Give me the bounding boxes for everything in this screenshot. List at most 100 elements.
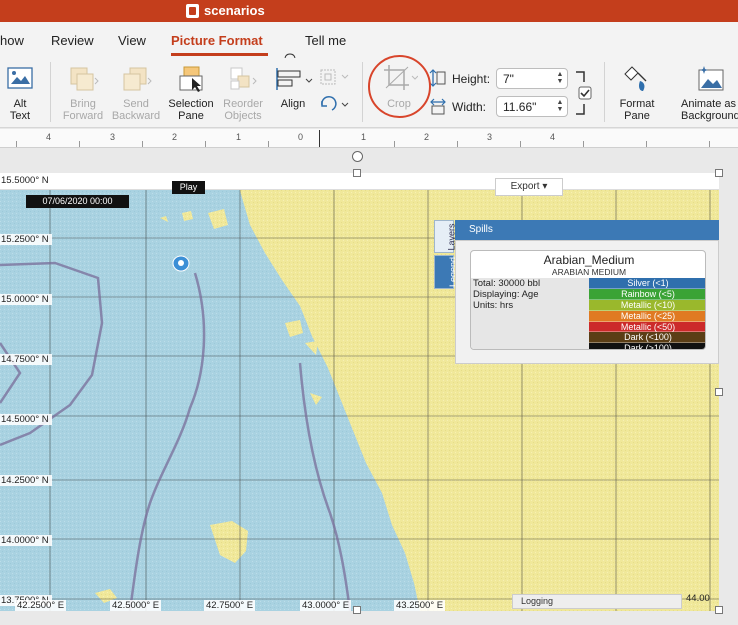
tab-review[interactable]: Review [51,33,94,48]
format-pane-button[interactable]: Format Pane [614,64,660,122]
selection-handle[interactable] [715,606,723,614]
ruler-number: 4 [550,132,556,142]
format-pane-label: Format Pane [619,98,655,122]
size-icons [429,69,446,115]
legend-key: Metallic (<10) [589,299,705,311]
tab-layers[interactable]: Layers [434,220,457,253]
send-backward-icon [123,67,152,91]
legend-stats: Total: 30000 bbl Displaying: Age Units: … [471,278,589,349]
reorder-objects-icon [230,67,257,90]
ruler-number: 3 [110,132,116,142]
animate-as-background-label: Animate as Background [681,98,738,122]
align-label: Align [280,98,306,110]
title-bar: scenarios [0,0,738,22]
location-pin-icon[interactable] [172,255,190,272]
height-value: 7" [503,72,514,86]
width-label: Width: [452,100,487,114]
animate-as-background-button[interactable]: Animate as Background [674,64,738,122]
align-button[interactable]: Align [272,64,314,110]
latitude-label: 15.0000° N [0,294,52,305]
slide-picture[interactable]: 15.5000° N 07/06/2020 00:00 Play Export … [0,173,719,611]
selection-handle[interactable] [353,169,361,177]
height-stepper[interactable]: ▲ ▼ [556,71,564,86]
ribbon-separator [604,62,605,122]
ruler-tick [142,141,143,147]
tab-legend[interactable]: Legend [434,255,458,289]
legend-key: Silver (<1) [589,278,705,289]
bring-forward-icon [70,67,99,91]
active-tab-indicator [171,53,268,56]
ruler-indent-marker[interactable] [319,130,320,147]
spills-header[interactable]: Spills [455,220,719,240]
ruler-tick [16,141,17,147]
longitude-label: 42.5000° E [110,600,162,611]
window-title-text: scenarios [204,3,265,18]
ruler-number: 4 [46,132,52,142]
send-backward-button[interactable]: Send Backward [111,64,161,122]
play-button[interactable]: Play [172,181,205,194]
ruler-tick [79,141,80,147]
crop-highlight-circle [368,55,431,118]
export-label: Export [510,181,540,192]
ruler-number: 1 [361,132,367,142]
alt-text-icon [7,67,33,89]
tab-view[interactable]: View [118,33,146,48]
legend-stat: Displaying: Age [473,289,539,300]
height-label: Height: [452,72,491,86]
tab-picture-format[interactable]: Picture Format [171,33,263,48]
legend-key: Rainbow (<5) [589,288,705,300]
height-input[interactable]: 7" ▲ ▼ [496,68,568,89]
selection-pane-icon [179,66,203,92]
ruler-tick [457,141,458,147]
alt-text-label: Alt Text [9,98,31,122]
ruler-tick [394,141,395,147]
longitude-label: 43.0000° E [300,600,352,611]
format-pane-icon [624,66,647,91]
logging-bar[interactable]: Logging [512,594,682,609]
legend-key: Metallic (<25) [589,310,705,322]
longitude-label: 44.00 [686,593,710,604]
spills-panel: Layers Legend Spills Arabian_Medium ARAB… [434,220,719,365]
rotate-handle[interactable] [352,151,363,162]
send-backward-label: Send Backward [111,98,161,122]
legend-keys: Silver (<1) Rainbow (<5) Metallic (<10) Met… [589,278,705,349]
latitude-label: 15.2500° N [0,234,52,245]
horizontal-ruler: 4 3 2 1 0 1 2 3 4 [0,129,738,148]
width-input[interactable]: 11.66" ▲ ▼ [496,96,568,117]
timestamp-badge: 07/06/2020 00:00 [26,195,129,208]
ruler-tick [709,141,710,147]
longitude-label: 43.2500° E [394,600,446,611]
alt-text-button[interactable]: Alt Text [2,64,38,122]
reorder-objects-label: Reorder Objects [223,98,263,122]
lock-aspect-ratio-checkbox[interactable] [574,68,596,118]
tab-slide-show[interactable]: how [0,33,24,48]
longitude-label: 42.2500° E [15,600,67,611]
legend-stat: Units: hrs [473,300,514,311]
latitude-label: 14.5000° N [0,414,52,425]
ruler-number: 2 [424,132,430,142]
width-value: 11.66" [503,100,537,114]
presentation-file-icon [186,3,199,18]
selection-handle[interactable] [715,388,723,396]
selection-handle[interactable] [353,606,361,614]
chevron-down-icon: ▾ [542,181,548,192]
ruler-number: 1 [236,132,242,142]
ruler-tick [646,141,647,147]
reorder-objects-button[interactable]: Reorder Objects [219,64,267,122]
selection-pane-button[interactable]: Selection Pane [166,64,216,122]
legend-key: Dark (>100) [589,343,705,349]
longitude-label: 42.7500° E [204,600,256,611]
legend-stat: Total: 30000 bbl [473,278,541,289]
width-stepper[interactable]: ▲ ▼ [556,99,564,114]
ruler-tick [583,141,584,147]
powerpoint-window: scenarios how Review View Picture Format… [0,0,738,625]
bring-forward-button[interactable]: Bring Forward [60,64,106,122]
export-dropdown[interactable]: Export ▾ [495,178,563,196]
legend-title: Arabian_Medium [543,253,635,267]
ruler-number: 2 [172,132,178,142]
selection-handle[interactable] [715,169,723,177]
selection-pane-label: Selection Pane [168,98,214,122]
tab-tell-me[interactable]: Tell me [305,33,346,48]
latitude-label: 14.0000° N [0,535,52,546]
group-rotate-icons[interactable] [318,66,356,116]
